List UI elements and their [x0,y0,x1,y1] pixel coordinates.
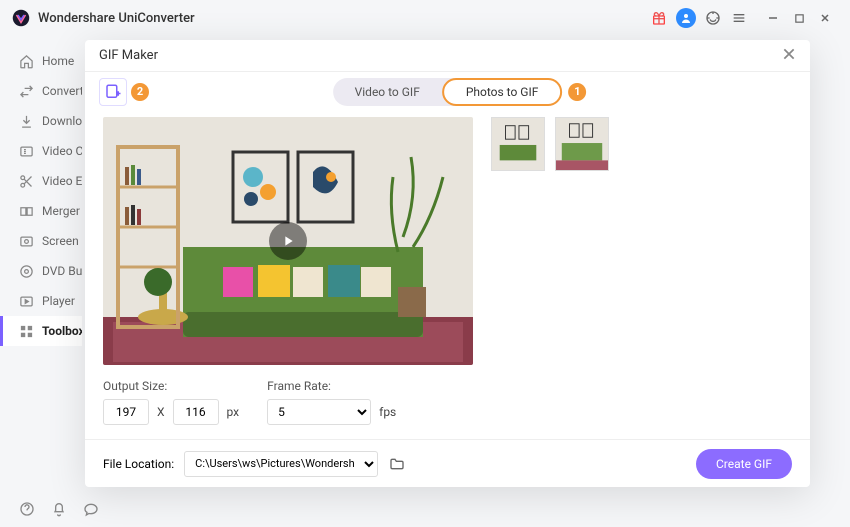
sidebar-item-label: Video Compressor [42,144,82,158]
thumbnail-2[interactable] [555,117,609,171]
file-location-label: File Location: [103,457,174,471]
play-button[interactable] [269,222,307,260]
toolbox-icon [18,323,34,339]
output-size-label: Output Size: [103,379,239,393]
sidebar-item-label: Converter [42,84,82,98]
support-icon[interactable] [704,9,722,27]
sidebar-item-label: Home [42,54,74,68]
output-width-input[interactable] [103,399,149,425]
feedback-icon[interactable] [82,500,100,518]
bell-icon[interactable] [50,500,68,518]
compressor-icon [18,143,34,159]
hamburger-icon[interactable] [730,9,748,27]
sidebar-item-label: Merger [42,204,80,218]
close-button[interactable] [812,5,838,31]
sidebar-item-label: Video Editor [42,174,82,188]
recorder-icon [18,233,34,249]
gift-icon[interactable] [650,9,668,27]
folder-icon[interactable] [388,455,406,473]
download-icon [18,113,34,129]
minimize-button[interactable] [760,5,786,31]
modal-title: GIF Maker [99,48,158,63]
sidebar-item-toolbox[interactable]: Toolbox [0,316,82,346]
scissors-icon [18,173,34,189]
sidebar-item-downloader[interactable]: Downloader [0,106,82,136]
play-icon [18,293,34,309]
thumbnail-strip [491,117,609,365]
avatar-icon[interactable] [676,8,696,28]
sidebar-item-editor[interactable]: Video Editor [0,166,82,196]
sidebar-item-label: Downloader [42,114,82,128]
converter-icon [18,83,34,99]
step-badge-2: 2 [131,83,149,101]
frame-rate-label: Frame Rate: [267,379,396,393]
home-icon [18,53,34,69]
preview-area [103,117,473,365]
fps-label: fps [379,405,396,419]
sidebar-item-converter[interactable]: Converter [0,76,82,106]
x-label: X [157,405,165,419]
sidebar-item-recorder[interactable]: Screen Recorder [0,226,82,256]
sidebar-item-player[interactable]: Player [0,286,82,316]
sidebar-item-compressor[interactable]: Video Compressor [0,136,82,166]
sidebar: Home Converter Downloader Video Compress… [0,36,82,491]
sidebar-item-home[interactable]: Home [0,46,82,76]
output-height-input[interactable] [173,399,219,425]
sidebar-item-label: Toolbox [42,324,82,338]
close-icon[interactable] [782,47,796,65]
file-location-select[interactable]: C:\Users\ws\Pictures\Wondersh [184,451,378,477]
maximize-button[interactable] [786,5,812,31]
disc-icon [18,263,34,279]
merger-icon [18,203,34,219]
frame-rate-select[interactable]: 5 [267,399,371,425]
help-icon[interactable] [18,500,36,518]
sidebar-item-label: DVD Burner [42,264,82,278]
sidebar-item-merger[interactable]: Merger [0,196,82,226]
tab-video-to-gif[interactable]: Video to GIF [333,78,442,106]
sidebar-item-label: Player [42,294,75,308]
statusbar [0,491,100,527]
titlebar: Wondershare UniConverter [0,0,850,36]
add-media-button[interactable] [99,78,127,106]
sidebar-item-dvd[interactable]: DVD Burner [0,256,82,286]
sidebar-item-label: Screen Recorder [42,234,82,248]
tab-photos-to-gif[interactable]: Photos to GIF [442,78,563,106]
app-title: Wondershare UniConverter [38,11,195,26]
gif-maker-modal: GIF Maker 2 Video to GIF Photos to GIF 1 [85,40,810,487]
px-label: px [227,405,240,419]
thumbnail-1[interactable] [491,117,545,171]
create-gif-button[interactable]: Create GIF [696,449,792,479]
step-badge-1: 1 [568,83,586,101]
app-logo-icon [12,9,30,27]
